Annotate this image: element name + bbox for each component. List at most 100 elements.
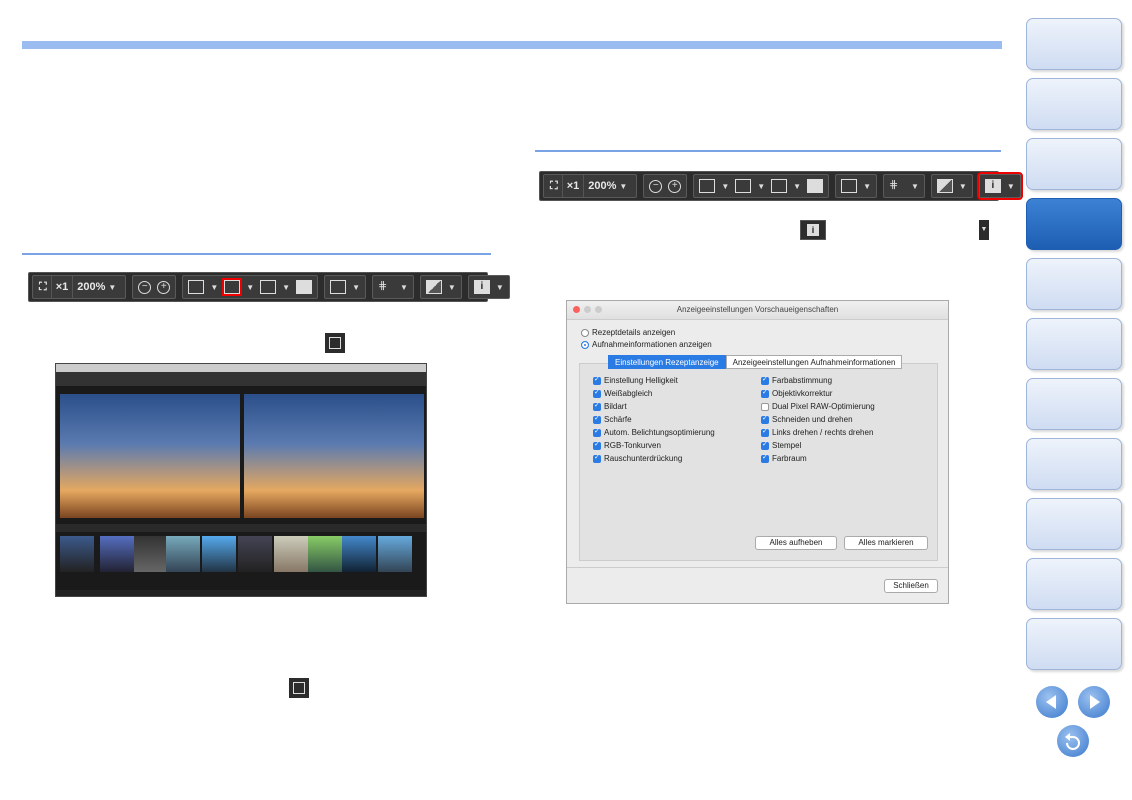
zoom-window-icon[interactable] <box>595 306 602 313</box>
sidebar-tab-1[interactable] <box>1026 18 1122 70</box>
info-icon[interactable]: i <box>473 280 490 294</box>
zoom-select[interactable]: 200% ▼ <box>584 175 634 197</box>
checkbox-label: Stempel <box>772 441 802 450</box>
checkbox-item[interactable]: Weißabgleich <box>593 388 652 398</box>
chevron-down-icon[interactable]: ▼ <box>400 283 408 292</box>
single-view-icon[interactable] <box>699 179 716 193</box>
checkbox-icon[interactable] <box>761 402 769 411</box>
chevron-down-icon[interactable]: ▼ <box>757 182 765 191</box>
clear-all-button[interactable]: Alles aufheben <box>755 536 837 550</box>
thumbnail <box>166 536 200 572</box>
zoom-out-button[interactable]: − <box>138 280 152 294</box>
tab-recipe-display[interactable]: Einstellungen Rezeptanzeige <box>608 355 726 369</box>
minimize-window-icon[interactable] <box>584 306 591 313</box>
radio-circle[interactable] <box>581 328 589 337</box>
split-view-icon[interactable] <box>771 179 788 193</box>
sidebar-tab-10[interactable] <box>1026 558 1122 610</box>
checkbox-icon[interactable] <box>761 453 769 463</box>
previous-page-button[interactable] <box>1036 686 1068 718</box>
compare-view-icon[interactable] <box>222 278 243 296</box>
chevron-down-icon[interactable]: ▼ <box>1007 182 1015 191</box>
checkbox-item[interactable]: Autom. Belichtungsoptimierung <box>593 427 715 437</box>
checkbox-icon[interactable] <box>593 427 601 437</box>
multi-view-icon[interactable] <box>296 280 313 294</box>
checkbox-item[interactable]: Einstellung Helligkeit <box>593 375 678 385</box>
chevron-down-icon[interactable]: ▼ <box>210 283 218 292</box>
checkbox-icon[interactable] <box>593 453 601 463</box>
chevron-down-icon[interactable]: ▼ <box>959 182 967 191</box>
checkbox-item[interactable]: Schneiden und drehen <box>761 414 853 424</box>
zoom-in-button[interactable]: + <box>668 179 682 193</box>
checkbox-icon[interactable] <box>761 427 769 437</box>
radio-shooting-info[interactable]: Aufnahmeinformationen anzeigen <box>581 340 712 349</box>
close-window-icon[interactable] <box>573 306 580 313</box>
zoom-out-button[interactable]: − <box>649 179 663 193</box>
x1-button[interactable]: ×1 <box>52 276 74 298</box>
af-point-icon[interactable]: ⋕ <box>378 280 394 294</box>
checkbox-item[interactable]: Farbabstimmung <box>761 375 832 385</box>
chevron-down-icon[interactable]: ▼ <box>496 283 504 292</box>
single-view-icon[interactable] <box>188 280 205 294</box>
sidebar-tab-11[interactable] <box>1026 618 1122 670</box>
chevron-down-icon[interactable]: ▼ <box>863 182 871 191</box>
fit-button[interactable]: ⛶ <box>546 175 563 197</box>
checkbox-item[interactable]: Links drehen / rechts drehen <box>761 427 873 437</box>
chevron-down-icon[interactable]: ▼ <box>911 182 919 191</box>
split-view-icon[interactable] <box>260 280 277 294</box>
close-button[interactable]: Schließen <box>884 579 938 593</box>
checkbox-icon[interactable] <box>593 401 601 411</box>
chevron-down-icon[interactable]: ▼ <box>352 283 360 292</box>
compare-view-icon[interactable] <box>735 179 752 193</box>
sidebar-tab-6[interactable] <box>1026 318 1122 370</box>
checkbox-icon[interactable] <box>761 440 769 450</box>
checkbox-item[interactable]: Rauschunterdrückung <box>593 453 682 463</box>
thumbnail <box>342 536 376 572</box>
tab-shooting-info-display[interactable]: Anzeigeeinstellungen Aufnahmeinformation… <box>725 355 903 369</box>
checkbox-icon[interactable] <box>761 414 769 424</box>
checkbox-item[interactable]: Dual Pixel RAW-Optimierung <box>761 402 875 411</box>
highlight-warning-icon[interactable] <box>936 179 953 193</box>
chevron-down-icon[interactable]: ▼ <box>282 283 290 292</box>
sidebar-tab-5[interactable] <box>1026 258 1122 310</box>
mark-all-button[interactable]: Alles markieren <box>844 536 928 550</box>
sidebar-tab-9[interactable] <box>1026 498 1122 550</box>
checkbox-item[interactable]: RGB-Tonkurven <box>593 440 661 450</box>
checkbox-label: Dual Pixel RAW-Optimierung <box>772 402 875 411</box>
chevron-down-icon[interactable]: ▼ <box>246 283 254 292</box>
zoom-in-button[interactable]: + <box>157 280 171 294</box>
return-button[interactable] <box>1057 725 1089 757</box>
grid-icon[interactable] <box>841 179 858 193</box>
sidebar-tab-4[interactable] <box>1026 198 1122 250</box>
highlight-warning-icon[interactable] <box>425 280 442 294</box>
checkbox-icon[interactable] <box>593 388 601 398</box>
grid-icon[interactable] <box>330 280 347 294</box>
checkbox-item[interactable]: Stempel <box>761 440 802 450</box>
next-page-button[interactable] <box>1078 686 1110 718</box>
checkbox-icon[interactable] <box>593 440 601 450</box>
checkbox-icon[interactable] <box>593 414 601 424</box>
checkbox-icon[interactable] <box>593 375 601 385</box>
sidebar-tab-3[interactable] <box>1026 138 1122 190</box>
radio-circle[interactable] <box>581 340 589 349</box>
zoom-select[interactable]: 200% ▼ <box>73 276 123 298</box>
checkbox-item[interactable]: Schärfe <box>593 414 632 424</box>
sidebar-tab-8[interactable] <box>1026 438 1122 490</box>
chevron-down-icon[interactable]: ▼ <box>721 182 729 191</box>
sidebar-tab-7[interactable] <box>1026 378 1122 430</box>
chevron-down-icon[interactable]: ▼ <box>448 283 456 292</box>
checkbox-item[interactable]: Objektivkorrektur <box>761 388 832 398</box>
checkbox-item[interactable]: Bildart <box>593 401 627 411</box>
chevron-down-icon: ▼ <box>979 220 989 240</box>
view-group: ▼ ▼ ▼ <box>182 275 319 299</box>
sidebar-tab-2[interactable] <box>1026 78 1122 130</box>
x1-button[interactable]: ×1 <box>563 175 585 197</box>
fit-button[interactable]: ⛶ <box>35 276 52 298</box>
radio-recipe-details[interactable]: Rezeptdetails anzeigen <box>581 328 675 337</box>
af-point-icon[interactable]: ⋕ <box>889 179 905 193</box>
info-icon[interactable]: i <box>984 179 1001 193</box>
checkbox-icon[interactable] <box>761 375 769 385</box>
chevron-down-icon[interactable]: ▼ <box>793 182 801 191</box>
multi-view-icon[interactable] <box>807 179 824 193</box>
checkbox-item[interactable]: Farbraum <box>761 453 807 463</box>
checkbox-icon[interactable] <box>761 388 769 398</box>
